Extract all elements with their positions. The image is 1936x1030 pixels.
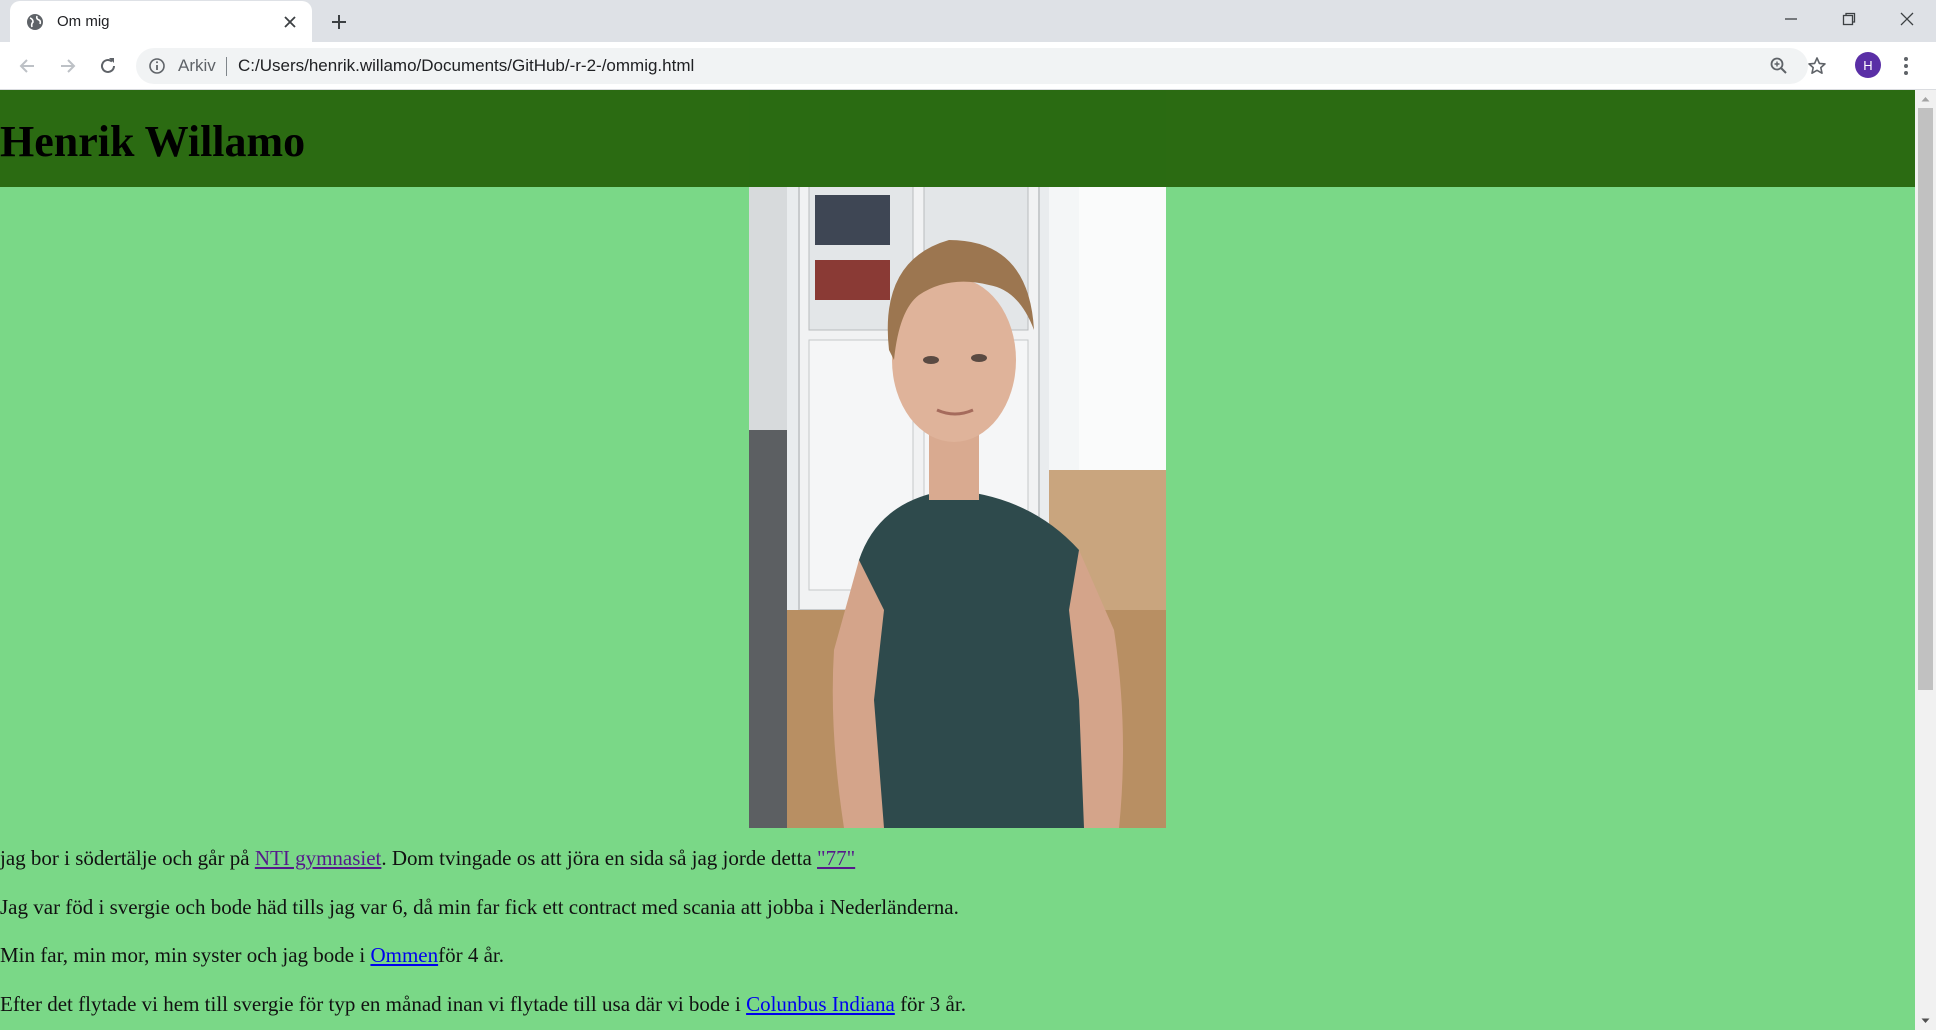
- paragraph-born: Jag var föd i svergie och bode häd tills…: [0, 894, 959, 919]
- paragraph-text: Efter det flytade vi hem till svergie fö…: [0, 991, 747, 1016]
- new-tab-icon[interactable]: [326, 9, 352, 35]
- paragraph-text: Min far, min mor, min syster och jag bod…: [0, 943, 371, 967]
- scheme-label: Arkiv: [178, 56, 216, 75]
- globe-icon: [25, 12, 45, 32]
- link-77[interactable]: "77": [817, 846, 855, 870]
- tab-strip: Om mig: [0, 0, 1936, 42]
- paragraph-text: . Dom tvingade os att jöra en sida så ja…: [381, 846, 818, 870]
- page-title: Henrik Willamo: [0, 117, 306, 166]
- back-arrow-icon[interactable]: [11, 50, 43, 82]
- tab-title: Om mig: [57, 13, 110, 30]
- paragraph-columbus: Efter det flytade vi hem till svergie fö…: [0, 992, 1915, 1030]
- url-text[interactable]: C:/Users/henrik.willamo/Documents/GitHub…: [238, 56, 694, 76]
- minimize-icon[interactable]: [1762, 0, 1820, 38]
- zoom-icon[interactable]: [1768, 55, 1790, 77]
- restore-icon[interactable]: [1820, 0, 1878, 38]
- photo-header-overlap: [749, 90, 1166, 187]
- link-ommen[interactable]: Ommen: [370, 943, 438, 967]
- paragraph-text: för 4 år.: [438, 943, 504, 967]
- paragraph-text: jag bor i södertälje och går på: [0, 846, 255, 870]
- paragraph-school: jag bor i södertälje och går på NTI gymn…: [0, 846, 1915, 895]
- more-menu-icon[interactable]: [1896, 52, 1916, 80]
- scrollbar-thumb[interactable]: [1918, 108, 1933, 690]
- link-colunbus-indiana[interactable]: Colunbus Indiana: [746, 992, 895, 1016]
- link-nti-gymnasiet[interactable]: NTI gymnasiet: [255, 846, 382, 870]
- vertical-scrollbar[interactable]: [1915, 90, 1936, 1030]
- close-tab-icon[interactable]: [280, 12, 300, 32]
- profile-avatar[interactable]: H: [1855, 52, 1881, 78]
- tab-om-mig[interactable]: Om mig: [10, 1, 312, 42]
- browser-toolbar: Arkiv C:/Users/henrik.willamo/Documents/…: [0, 42, 1936, 90]
- page-viewport: Henrik Willamo jag bor i södertälje och …: [0, 90, 1915, 1030]
- paragraph-text: för 3 år.: [894, 991, 966, 1016]
- close-window-icon[interactable]: [1878, 0, 1936, 38]
- portrait-photo: [749, 90, 1166, 828]
- forward-arrow-icon[interactable]: [52, 50, 84, 82]
- paragraph-ommen: Min far, min mor, min syster och jag bod…: [0, 943, 1915, 992]
- address-bar[interactable]: Arkiv C:/Users/henrik.willamo/Documents/…: [136, 48, 1808, 84]
- bookmark-star-icon[interactable]: [1806, 55, 1828, 77]
- info-icon[interactable]: [148, 57, 166, 75]
- address-separator: [226, 57, 227, 76]
- page-content: jag bor i södertälje och går på NTI gymn…: [0, 846, 1915, 1030]
- reload-icon[interactable]: [92, 50, 124, 82]
- scroll-down-arrow-icon[interactable]: [1915, 1012, 1936, 1029]
- scroll-up-arrow-icon[interactable]: [1915, 90, 1936, 107]
